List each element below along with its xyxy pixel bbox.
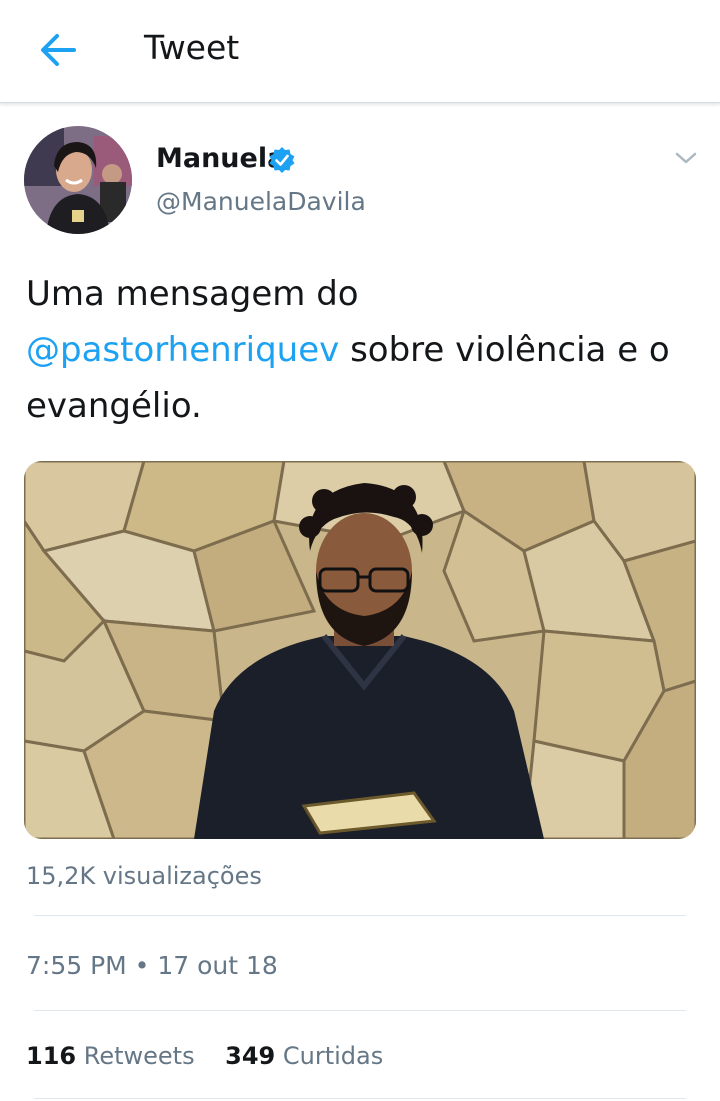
author-handle[interactable]: @ManuelaDavila [156, 186, 366, 218]
divider [34, 1010, 686, 1011]
retweets-label: Retweets [83, 1042, 195, 1070]
tweet-text-part: Uma mensagem do [26, 274, 359, 314]
retweets-stat[interactable]: 116 Retweets [26, 1042, 195, 1070]
divider [34, 1098, 686, 1099]
avatar[interactable] [24, 126, 132, 234]
tweet-options-button[interactable] [668, 140, 704, 176]
top-app-bar: Tweet [0, 0, 720, 103]
likes-label: Curtidas [282, 1042, 384, 1070]
timestamp-separator: • [126, 951, 158, 980]
divider [34, 915, 686, 916]
likes-stat[interactable]: 349 Curtidas [225, 1042, 383, 1070]
tweet-time: 7:55 PM [26, 951, 127, 980]
tweet-timestamp: 7:55 PM • 17 out 18 [26, 948, 278, 984]
video-thumbnail [24, 461, 696, 839]
mention-link[interactable]: @pastorhenriquev [26, 330, 339, 370]
back-button[interactable] [30, 22, 86, 78]
chevron-down-icon [675, 152, 697, 164]
view-count: 15,2K visualizações [26, 862, 262, 890]
likes-count: 349 [225, 1042, 276, 1070]
author-name[interactable]: Manuela [156, 142, 285, 176]
tweet-text: Uma mensagem do @pastorhenriquev sobre v… [26, 266, 696, 434]
page-title: Tweet [144, 28, 240, 67]
arrow-left-icon [41, 34, 76, 66]
engagement-stats: 116 Retweets 349 Curtidas [26, 1038, 383, 1074]
verified-badge-icon [269, 147, 295, 173]
video-player[interactable] [24, 461, 696, 839]
retweets-count: 116 [26, 1042, 77, 1070]
tweet-date: 17 out 18 [157, 951, 278, 980]
